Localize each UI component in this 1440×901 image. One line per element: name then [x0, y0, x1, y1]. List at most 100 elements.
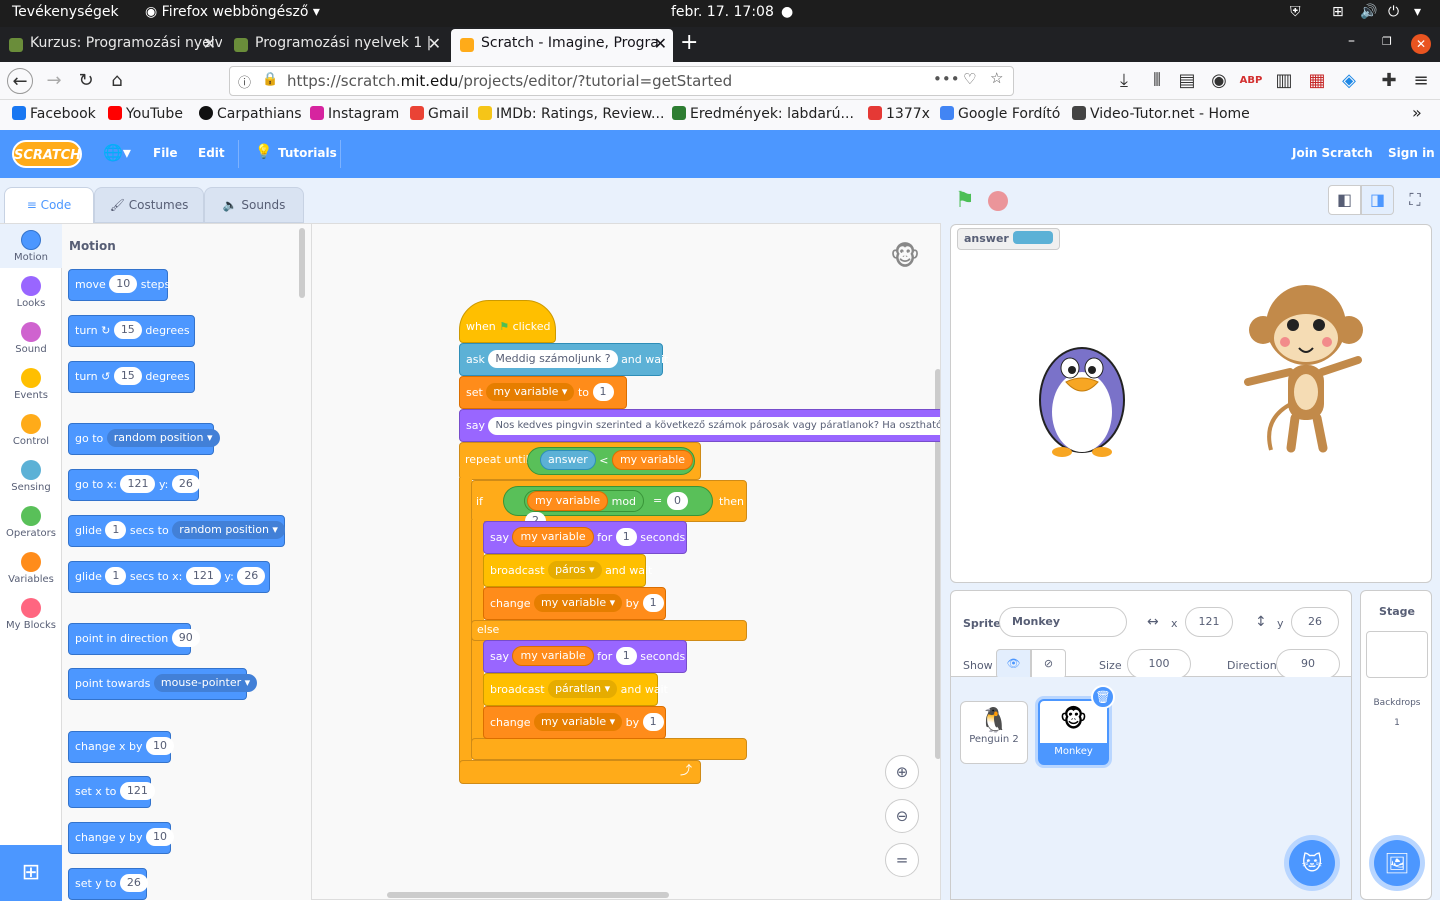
system-menu-chevron-icon[interactable]: ▾	[1414, 4, 1421, 20]
equals-operator[interactable]: my variable mod 2 = 0	[503, 486, 713, 530]
equals-input[interactable]: 0	[667, 492, 688, 510]
new-tab-button[interactable]: +	[680, 30, 698, 55]
bookmark-gmail[interactable]: Gmail	[410, 106, 469, 122]
library-icon[interactable]: ⫴	[1144, 68, 1170, 94]
close-icon[interactable]: ✕	[203, 34, 216, 53]
pocket-icon[interactable]: ♡	[963, 70, 976, 88]
degrees-input[interactable]: 15	[113, 367, 142, 385]
tab-sounds[interactable]: 🔈 Sounds	[204, 187, 304, 223]
variable-reporter[interactable]: my variable	[611, 450, 694, 470]
variable-reporter[interactable]: my variable	[512, 527, 594, 547]
home-button[interactable]: ⌂	[104, 68, 130, 94]
window-close-button[interactable]: ✕	[1411, 34, 1431, 54]
category-sound[interactable]: Sound	[0, 322, 62, 355]
language-globe-icon[interactable]: 🌐▾	[103, 143, 131, 162]
small-stage-button[interactable]: ◧	[1328, 185, 1361, 215]
size-input[interactable]: 100	[1127, 649, 1191, 679]
change-variable-block[interactable]: change my variable ▾ by 1	[483, 587, 666, 620]
tab-costumes[interactable]: 🖌 Costumes	[94, 187, 204, 223]
answer-monitor[interactable]: answer	[957, 228, 1060, 250]
bookmark-eredmenyek[interactable]: Eredmények: labdarú...	[672, 106, 854, 122]
secs-input[interactable]: 1	[105, 521, 127, 539]
secs-input[interactable]: 1	[105, 567, 127, 585]
close-icon[interactable]: ✕	[654, 34, 667, 53]
minimize-button[interactable]: –	[1348, 33, 1355, 49]
close-icon[interactable]: ✕	[428, 34, 441, 53]
change-variable-block[interactable]: change my variable ▾ by 1	[483, 706, 666, 739]
x-change-input[interactable]: 10	[145, 737, 174, 755]
tutorials-menu[interactable]: Tutorials	[278, 146, 337, 160]
point-towards-block[interactable]: point towards mouse-pointer ▾	[68, 668, 258, 700]
penguin-sprite[interactable]	[1026, 330, 1138, 460]
x-value-input[interactable]: 121	[119, 782, 155, 800]
ask-block[interactable]: ask Meddig számoljunk ? and wait	[459, 343, 668, 376]
answer-reporter[interactable]: answer	[540, 450, 596, 470]
file-menu[interactable]: File	[153, 146, 178, 160]
extension-icon[interactable]: ▥	[1271, 68, 1297, 94]
change-input[interactable]: 1	[642, 713, 664, 731]
set-x-block[interactable]: set x to 121	[68, 776, 155, 808]
adblock-icon[interactable]: ABP	[1238, 68, 1264, 94]
category-sensing[interactable]: Sensing	[0, 460, 62, 493]
forward-button[interactable]: →	[41, 68, 67, 94]
stage-selector-panel[interactable]: Stage Backdrops 1 🖼	[1360, 590, 1432, 900]
sprite-tile-monkey[interactable]: 🐵 Monkey	[1038, 699, 1109, 765]
delete-sprite-trash-icon[interactable]: 🗑	[1091, 685, 1115, 709]
say-block[interactable]: say Nos kedves pingvin szerinted a követ…	[459, 409, 940, 442]
bookmark-1377x[interactable]: 1377x	[868, 106, 930, 122]
sprite-tile-penguin[interactable]: 🐧 Penguin 2	[960, 701, 1028, 764]
broadcast-wait-block[interactable]: broadcast páratlan ▾ and wait	[483, 673, 668, 706]
show-visible-eye-icon[interactable]: 👁	[996, 649, 1031, 679]
glide-target-dropdown[interactable]: random position ▾	[172, 521, 285, 539]
bookmark-youtube[interactable]: YouTube	[108, 106, 183, 122]
stage-canvas[interactable]: answer	[950, 224, 1432, 583]
direction-input[interactable]: 90	[1276, 649, 1340, 679]
less-than-operator[interactable]: answer < my variable	[527, 447, 695, 475]
add-sprite-cat-icon[interactable]: 🐱	[1289, 840, 1335, 886]
variable-dropdown[interactable]: my variable ▾	[486, 383, 575, 401]
extension-icon[interactable]: ◈	[1336, 68, 1362, 94]
zoom-in-button[interactable]: ⊕	[885, 755, 919, 789]
extension-icon[interactable]: ▦	[1304, 68, 1330, 94]
bookmark-facebook[interactable]: Facebook	[12, 106, 96, 122]
point-direction-block[interactable]: point in direction 90	[68, 623, 200, 655]
add-extension-button[interactable]: ⊞	[0, 845, 62, 901]
scratch-logo[interactable]: SCRATCH	[12, 140, 82, 168]
secs-input[interactable]: 1	[615, 647, 637, 665]
mod-operator[interactable]: my variable mod 2	[524, 490, 644, 530]
move-steps-block[interactable]: move 10 steps	[68, 269, 170, 301]
category-events[interactable]: Events	[0, 368, 62, 401]
lock-icon[interactable]: 🔒	[262, 72, 278, 87]
sprite-name-input[interactable]: Monkey	[999, 607, 1127, 637]
green-flag-button[interactable]: ⚑	[955, 188, 975, 213]
zoom-reset-button[interactable]: =	[885, 843, 919, 877]
network-icon[interactable]: ⊞	[1332, 4, 1344, 20]
variable-reporter[interactable]: my variable	[527, 491, 609, 511]
category-variables[interactable]: Variables	[0, 552, 62, 585]
set-variable-block[interactable]: set my variable ▾ to 1	[459, 376, 627, 409]
bookmark-star-icon[interactable]: ☆	[990, 69, 1003, 87]
turn-left-block[interactable]: turn ↺ 15 degrees	[68, 361, 195, 393]
variable-dropdown[interactable]: my variable ▾	[533, 594, 623, 612]
back-button[interactable]: ←	[7, 68, 33, 94]
y-input[interactable]: 26	[1291, 607, 1339, 637]
change-input[interactable]: 1	[642, 594, 664, 612]
y-input[interactable]: 26	[171, 475, 200, 493]
set-y-block[interactable]: set y to 26	[68, 868, 148, 900]
bookmark-carpathians[interactable]: Carpathians	[199, 106, 302, 122]
go-to-block[interactable]: go to random position ▾	[68, 423, 220, 455]
shield-icon[interactable]: ⛨	[1290, 4, 1301, 20]
page-actions-icon[interactable]: •••	[933, 70, 960, 88]
category-my-blocks[interactable]: My Blocks	[0, 598, 62, 631]
tab-languages[interactable]: Programozási nyelvek 1 | ✕	[225, 29, 447, 62]
y-value-input[interactable]: 26	[119, 874, 148, 892]
extensions-icon[interactable]: ✚	[1376, 68, 1402, 94]
change-x-block[interactable]: change x by 10	[68, 731, 174, 763]
backdrop-thumbnail[interactable]	[1366, 631, 1428, 678]
zoom-out-button[interactable]: ⊖	[885, 799, 919, 833]
when-flag-clicked-block[interactable]: when ⚑ clicked	[459, 300, 556, 343]
bookmark-instagram[interactable]: Instagram	[310, 106, 399, 122]
say-text-input[interactable]: Nos kedves pingvin szerinted a következő…	[488, 417, 940, 435]
workspace-hscrollbar[interactable]	[387, 892, 669, 898]
message-dropdown[interactable]: páros ▾	[548, 561, 602, 579]
